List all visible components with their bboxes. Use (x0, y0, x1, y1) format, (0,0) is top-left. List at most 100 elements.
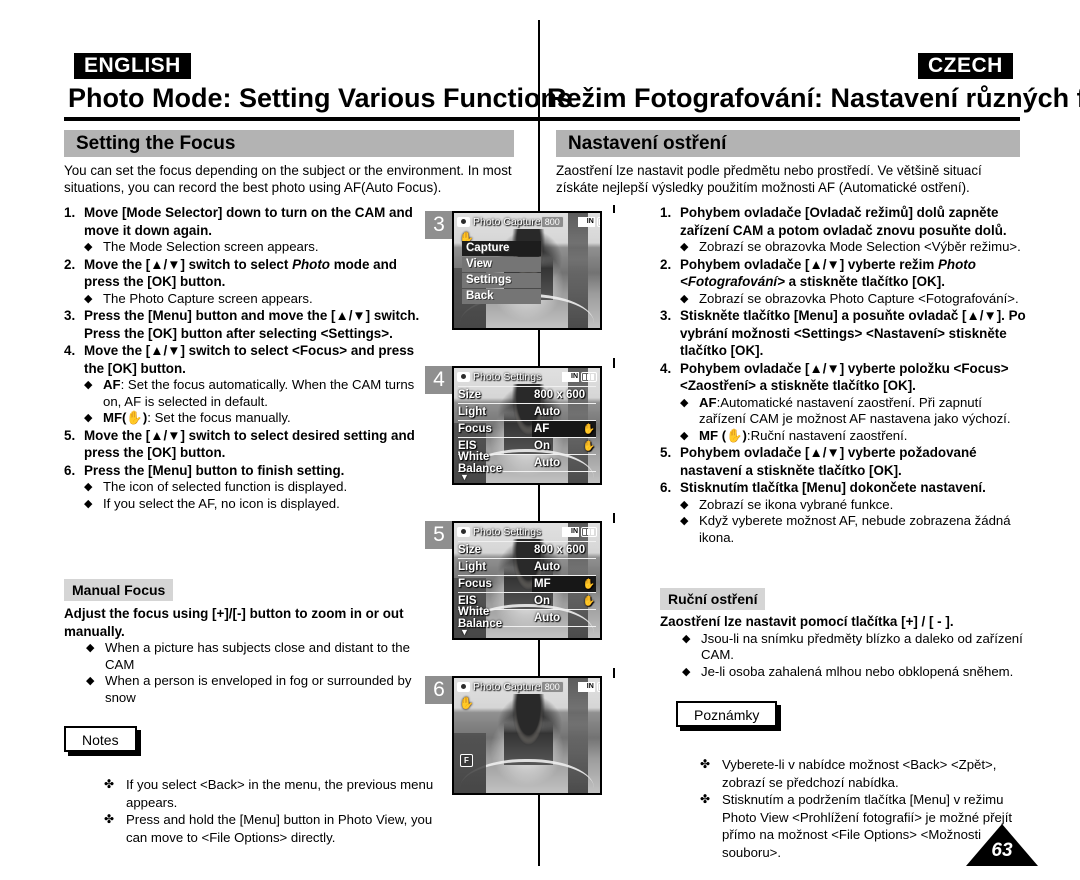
step-bullet-list: ◆ The Photo Capture screen appears. (84, 291, 424, 308)
lcd-settings-row[interactable]: Focus AF ✋ (458, 420, 596, 437)
step-number: 6. (660, 480, 672, 495)
step-item: 4. Move the [▲/▼] switch to select <Focus… (64, 342, 424, 427)
lcd-settings-value: Auto (534, 561, 561, 573)
sub-bullet-text: When a picture has subjects close and di… (105, 640, 410, 672)
step-bullet-text: MF(✋): Set the focus manually. (103, 410, 291, 425)
sub-body-english: Adjust the focus using [+]/[-] button to… (64, 605, 442, 706)
note-text: Press and hold the [Menu] button in Phot… (126, 812, 433, 845)
step-number: 5. (660, 445, 672, 460)
step-text: Move the [▲/▼] switch to select Photo mo… (84, 256, 424, 308)
diamond-bullet-icon: ◆ (84, 292, 93, 305)
osd-screen-title: Photo Capture (473, 680, 541, 693)
lcd-menu-item[interactable]: Back (462, 289, 541, 304)
step-bullet-text: The Photo Capture screen appears. (103, 290, 313, 306)
step-text: Pohybem ovladače [▲/▼] vyberte položku <… (680, 360, 1028, 445)
step-text: Pohybem ovladače [Ovladač režimů] dolů z… (680, 204, 1028, 256)
step-text: Stisknutím tlačítka [Menu] dokončete nas… (680, 479, 1028, 546)
page-title-czech: Režim Fotografování: Nastavení různých f… (547, 83, 1080, 113)
manual-focus-indicator-icon: F (460, 754, 473, 767)
step-number: 1. (660, 205, 672, 220)
step-bullet: ◆ Zobrazí se ikona vybrané funkce. (680, 497, 1028, 514)
hand-indicator-icon: ✋ (582, 595, 595, 607)
lcd-settings-row[interactable]: Size 800 x 600 (458, 386, 596, 403)
lcd-settings-row[interactable]: Light Auto (458, 403, 596, 420)
hand-indicator-icon: ✋ (582, 578, 595, 590)
osd-internal-memory-icon: IN (577, 216, 595, 227)
step-item: 4. Pohybem ovladače [▲/▼] vyberte položku… (660, 360, 1028, 445)
step-bullet-text: MF (✋):Ruční nastavení zaostření. (699, 427, 908, 443)
bullet-term: AF (103, 377, 121, 392)
anti-shake-hand-icon: ✋ (459, 696, 474, 710)
diamond-bullet-icon: ◆ (84, 412, 93, 424)
scroll-down-arrow-icon[interactable]: ▼ (460, 628, 469, 637)
camera-mode-icon (457, 526, 470, 537)
lcd-settings-row[interactable]: White Balance Auto (458, 451, 596, 475)
osd-screen-title: Photo Capture (473, 215, 541, 228)
camera-lcd-screenshot: Photo Capture 800 IN ✋ F (452, 676, 602, 795)
step-bullet-list: ◆ Zobrazí se ikona vybrané funkce. ◆ Když v… (680, 497, 1028, 547)
lcd-settings-row[interactable]: Light Auto (458, 558, 596, 575)
sub-bullet: ◆ When a person is enveloped in fog or su… (86, 673, 442, 706)
section-heading-czech: Nastavení ostření (556, 130, 1020, 157)
step-text: Press the [Menu] button and move the [▲/… (84, 308, 420, 341)
step-bullet-text: Když vyberete možnost AF, nebude zobraze… (699, 513, 1011, 545)
step-item: 2. Pohybem ovladače [▲/▼] vyberte režim P… (660, 256, 1028, 308)
lcd-settings-row[interactable]: White Balance Auto (458, 606, 596, 630)
osd-internal-memory-icon: IN (562, 526, 579, 537)
note-text: Vyberete-li v nabídce možnost <Back> <Zp… (722, 757, 997, 790)
intro-paragraph-english: You can set the focus depending on the s… (64, 163, 512, 195)
step-text-emphasis: Photo <Fotografování> (680, 256, 976, 290)
step-bullet: ◆ MF(✋): Set the focus manually. (84, 410, 424, 427)
step-bullet: ◆ AF: Set the focus automatically. When t… (84, 377, 424, 410)
screenshot-step-number: 5 (425, 521, 453, 549)
step-text: Move the [▲/▼] switch to select desired … (84, 427, 415, 461)
note-item: ✤ Press and hold the [Menu] button in Pho… (104, 811, 446, 846)
lcd-settings-row[interactable]: Focus MF ✋ (458, 575, 596, 592)
lcd-settings-label: Focus (458, 423, 492, 435)
step-item: 5. Pohybem ovladače [▲/▼] vyberte požadov… (660, 444, 1028, 479)
lcd-settings-value: Auto (534, 406, 561, 418)
step-bullet: ◆ If you select the AF, no icon is displa… (84, 496, 424, 513)
step-item: 1. Pohybem ovladače [Ovladač režimů] dolů… (660, 204, 1028, 256)
step-item: 2. Move the [▲/▼] switch to select Photo … (64, 256, 424, 308)
diamond-bullet-icon: ◆ (84, 379, 93, 391)
lcd-menu-item[interactable]: Capture (462, 241, 541, 256)
osd-status-bar: Photo Capture 800 IN (454, 678, 600, 695)
diamond-bullet-icon: ◆ (680, 429, 689, 442)
lcd-settings-row[interactable]: Size 800 x 600 (458, 541, 596, 558)
lcd-settings-label: Light (458, 406, 487, 418)
lcd-menu-item[interactable]: Settings (462, 273, 541, 288)
lcd-settings-value: 800 x 600 (534, 389, 586, 401)
osd-internal-memory-icon: IN (562, 371, 579, 382)
osd-status-bar: Photo Capture 800 IN (454, 213, 600, 230)
diamond-bullet-icon: ◆ (680, 498, 689, 511)
sub-bullet-list: ◆ Jsou-li na snímku předměty blízko a dal… (682, 631, 1035, 681)
lcd-settings-label: Size (458, 544, 482, 556)
lcd-settings-label: Light (458, 561, 487, 573)
step-text: Stiskněte tlačítko [Menu] a posuňte ovla… (680, 308, 1026, 358)
step-bullet-list: ◆ The Mode Selection screen appears. (84, 239, 424, 256)
step-item: 1. Move [Mode Selector] down to turn on t… (64, 204, 424, 256)
bullet-term: MF (✋) (699, 427, 747, 443)
step-bullet-text: AF: Set the focus automatically. When th… (103, 377, 415, 409)
sub-bullet-text: When a person is enveloped in fog or sur… (105, 673, 412, 705)
lcd-settings-value: Auto (534, 612, 561, 624)
step-bullet-text: Zobrazí se obrazovka Mode Selection <Výb… (699, 239, 1021, 254)
step-bullet-list: ◆ Zobrazí se obrazovka Photo Capture <Fot… (680, 291, 1028, 308)
screenshot-step-number: 3 (425, 211, 453, 239)
osd-screen-title: Photo Settings (473, 525, 542, 538)
step-number: 1. (64, 205, 76, 220)
sub-bullet: ◆ When a picture has subjects close and d… (86, 640, 442, 673)
lcd-settings-rows: Size 800 x 600 Light Auto Focus AF ✋ EIS On ✋ Whit… (454, 386, 600, 475)
lcd-menu-item[interactable]: View (462, 257, 541, 272)
diamond-bullet-icon: ◆ (84, 481, 93, 493)
scroll-down-arrow-icon[interactable]: ▼ (460, 473, 469, 482)
hand-indicator-icon: ✋ (582, 440, 595, 452)
step-bullet: ◆ Zobrazí se obrazovka Photo Capture <Fot… (680, 291, 1028, 308)
step-text-emphasis: Photo (292, 256, 330, 272)
step-item: 6. Stisknutím tlačítka [Menu] dokončete n… (660, 479, 1028, 546)
battery-icon (581, 371, 597, 382)
osd-remaining-count: 800 (540, 680, 564, 693)
step-number: 2. (64, 256, 76, 272)
step-bullet: ◆ The icon of selected function is displa… (84, 479, 424, 496)
